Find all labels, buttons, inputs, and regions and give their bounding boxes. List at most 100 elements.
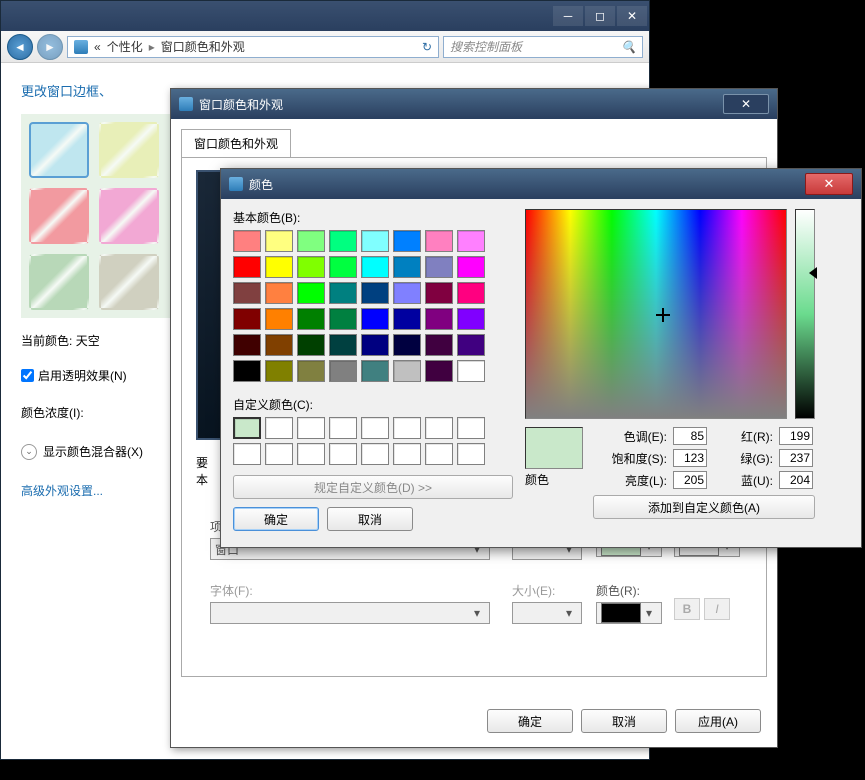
custom-color-swatch[interactable] xyxy=(457,443,485,465)
basic-color-swatch[interactable] xyxy=(361,308,389,330)
basic-color-swatch[interactable] xyxy=(265,334,293,356)
back-button[interactable]: ◄ xyxy=(7,34,33,60)
basic-color-swatch[interactable] xyxy=(457,334,485,356)
basic-color-swatch[interactable] xyxy=(233,282,261,304)
basic-color-swatch[interactable] xyxy=(425,282,453,304)
basic-color-swatch[interactable] xyxy=(329,360,357,382)
basic-color-swatch[interactable] xyxy=(329,334,357,356)
hue-input[interactable] xyxy=(673,427,707,445)
color-swatch[interactable] xyxy=(99,122,159,178)
basic-color-swatch[interactable] xyxy=(425,230,453,252)
basic-color-swatch[interactable] xyxy=(393,308,421,330)
sat-input[interactable] xyxy=(673,449,707,467)
color-swatch[interactable] xyxy=(99,254,159,310)
custom-color-swatch[interactable] xyxy=(265,417,293,439)
basic-color-swatch[interactable] xyxy=(329,256,357,278)
basic-color-swatch[interactable] xyxy=(457,230,485,252)
custom-color-swatch[interactable] xyxy=(233,443,261,465)
maximize-button[interactable]: ◻ xyxy=(585,6,615,26)
basic-color-swatch[interactable] xyxy=(425,308,453,330)
basic-color-swatch[interactable] xyxy=(329,308,357,330)
basic-color-swatch[interactable] xyxy=(457,282,485,304)
lum-input[interactable] xyxy=(673,471,707,489)
basic-color-swatch[interactable] xyxy=(297,334,325,356)
red-input[interactable] xyxy=(779,427,813,445)
basic-color-swatch[interactable] xyxy=(297,230,325,252)
basic-color-swatch[interactable] xyxy=(457,308,485,330)
custom-color-swatch[interactable] xyxy=(361,443,389,465)
basic-color-swatch[interactable] xyxy=(233,360,261,382)
custom-color-swatch[interactable] xyxy=(233,417,261,439)
blue-input[interactable] xyxy=(779,471,813,489)
luminosity-slider[interactable] xyxy=(795,209,815,419)
refresh-icon[interactable]: ↻ xyxy=(422,40,432,54)
search-input[interactable]: 搜索控制面板 🔍 xyxy=(443,36,643,58)
color-swatch[interactable] xyxy=(99,188,159,244)
basic-color-swatch[interactable] xyxy=(233,256,261,278)
close-button[interactable]: ✕ xyxy=(617,6,647,26)
basic-color-swatch[interactable] xyxy=(297,282,325,304)
transparency-checkbox[interactable] xyxy=(21,369,34,382)
basic-color-swatch[interactable] xyxy=(361,334,389,356)
breadcrumb-1[interactable]: 个性化 xyxy=(107,38,143,55)
basic-color-swatch[interactable] xyxy=(393,334,421,356)
forward-button[interactable]: ► xyxy=(37,34,63,60)
custom-color-swatch[interactable] xyxy=(329,443,357,465)
color-swatch[interactable] xyxy=(29,188,89,244)
custom-color-swatch[interactable] xyxy=(265,443,293,465)
add-to-custom-button[interactable]: 添加到自定义颜色(A) xyxy=(593,495,815,519)
basic-color-swatch[interactable] xyxy=(393,256,421,278)
custom-color-swatch[interactable] xyxy=(425,443,453,465)
basic-color-swatch[interactable] xyxy=(297,308,325,330)
color-gradient[interactable] xyxy=(525,209,787,419)
custom-color-swatch[interactable] xyxy=(393,417,421,439)
basic-color-swatch[interactable] xyxy=(425,256,453,278)
basic-color-swatch[interactable] xyxy=(425,360,453,382)
custom-color-swatch[interactable] xyxy=(425,417,453,439)
apply-button[interactable]: 应用(A) xyxy=(675,709,761,733)
basic-color-swatch[interactable] xyxy=(393,282,421,304)
minimize-button[interactable]: ─ xyxy=(553,6,583,26)
basic-color-swatch[interactable] xyxy=(361,282,389,304)
custom-color-swatch[interactable] xyxy=(457,417,485,439)
basic-color-swatch[interactable] xyxy=(457,256,485,278)
breadcrumb-2[interactable]: 窗口颜色和外观 xyxy=(161,38,245,55)
address-bar[interactable]: « 个性化 ▸ 窗口颜色和外观 ↻ xyxy=(67,36,439,58)
color-ok-button[interactable]: 确定 xyxy=(233,507,319,531)
custom-color-swatch[interactable] xyxy=(297,443,325,465)
basic-color-swatch[interactable] xyxy=(329,282,357,304)
basic-color-swatch[interactable] xyxy=(361,256,389,278)
custom-color-swatch[interactable] xyxy=(393,443,421,465)
basic-color-swatch[interactable] xyxy=(393,230,421,252)
basic-color-swatch[interactable] xyxy=(233,230,261,252)
basic-color-swatch[interactable] xyxy=(457,360,485,382)
color-swatch[interactable] xyxy=(29,122,89,178)
tab-appearance[interactable]: 窗口颜色和外观 xyxy=(181,129,291,157)
basic-color-swatch[interactable] xyxy=(233,334,261,356)
basic-color-swatch[interactable] xyxy=(265,256,293,278)
basic-color-swatch[interactable] xyxy=(361,230,389,252)
define-custom-button[interactable]: 规定自定义颜色(D) >> xyxy=(233,475,513,499)
fontcolor-combo[interactable]: ▾ xyxy=(596,602,662,624)
mid-close-button[interactable]: ✕ xyxy=(723,94,769,114)
basic-color-swatch[interactable] xyxy=(265,360,293,382)
color-close-button[interactable]: ✕ xyxy=(805,173,853,195)
basic-color-swatch[interactable] xyxy=(265,230,293,252)
color-swatch[interactable] xyxy=(29,254,89,310)
ok-button[interactable]: 确定 xyxy=(487,709,573,733)
basic-color-swatch[interactable] xyxy=(361,360,389,382)
color-cancel-button[interactable]: 取消 xyxy=(327,507,413,531)
green-input[interactable] xyxy=(779,449,813,467)
basic-color-swatch[interactable] xyxy=(297,256,325,278)
basic-color-swatch[interactable] xyxy=(265,282,293,304)
basic-color-swatch[interactable] xyxy=(329,230,357,252)
basic-color-swatch[interactable] xyxy=(425,334,453,356)
custom-color-swatch[interactable] xyxy=(297,417,325,439)
cancel-button[interactable]: 取消 xyxy=(581,709,667,733)
custom-color-swatch[interactable] xyxy=(329,417,357,439)
basic-color-swatch[interactable] xyxy=(233,308,261,330)
search-icon[interactable]: 🔍 xyxy=(621,40,636,54)
basic-color-swatch[interactable] xyxy=(297,360,325,382)
basic-color-swatch[interactable] xyxy=(265,308,293,330)
custom-color-swatch[interactable] xyxy=(361,417,389,439)
